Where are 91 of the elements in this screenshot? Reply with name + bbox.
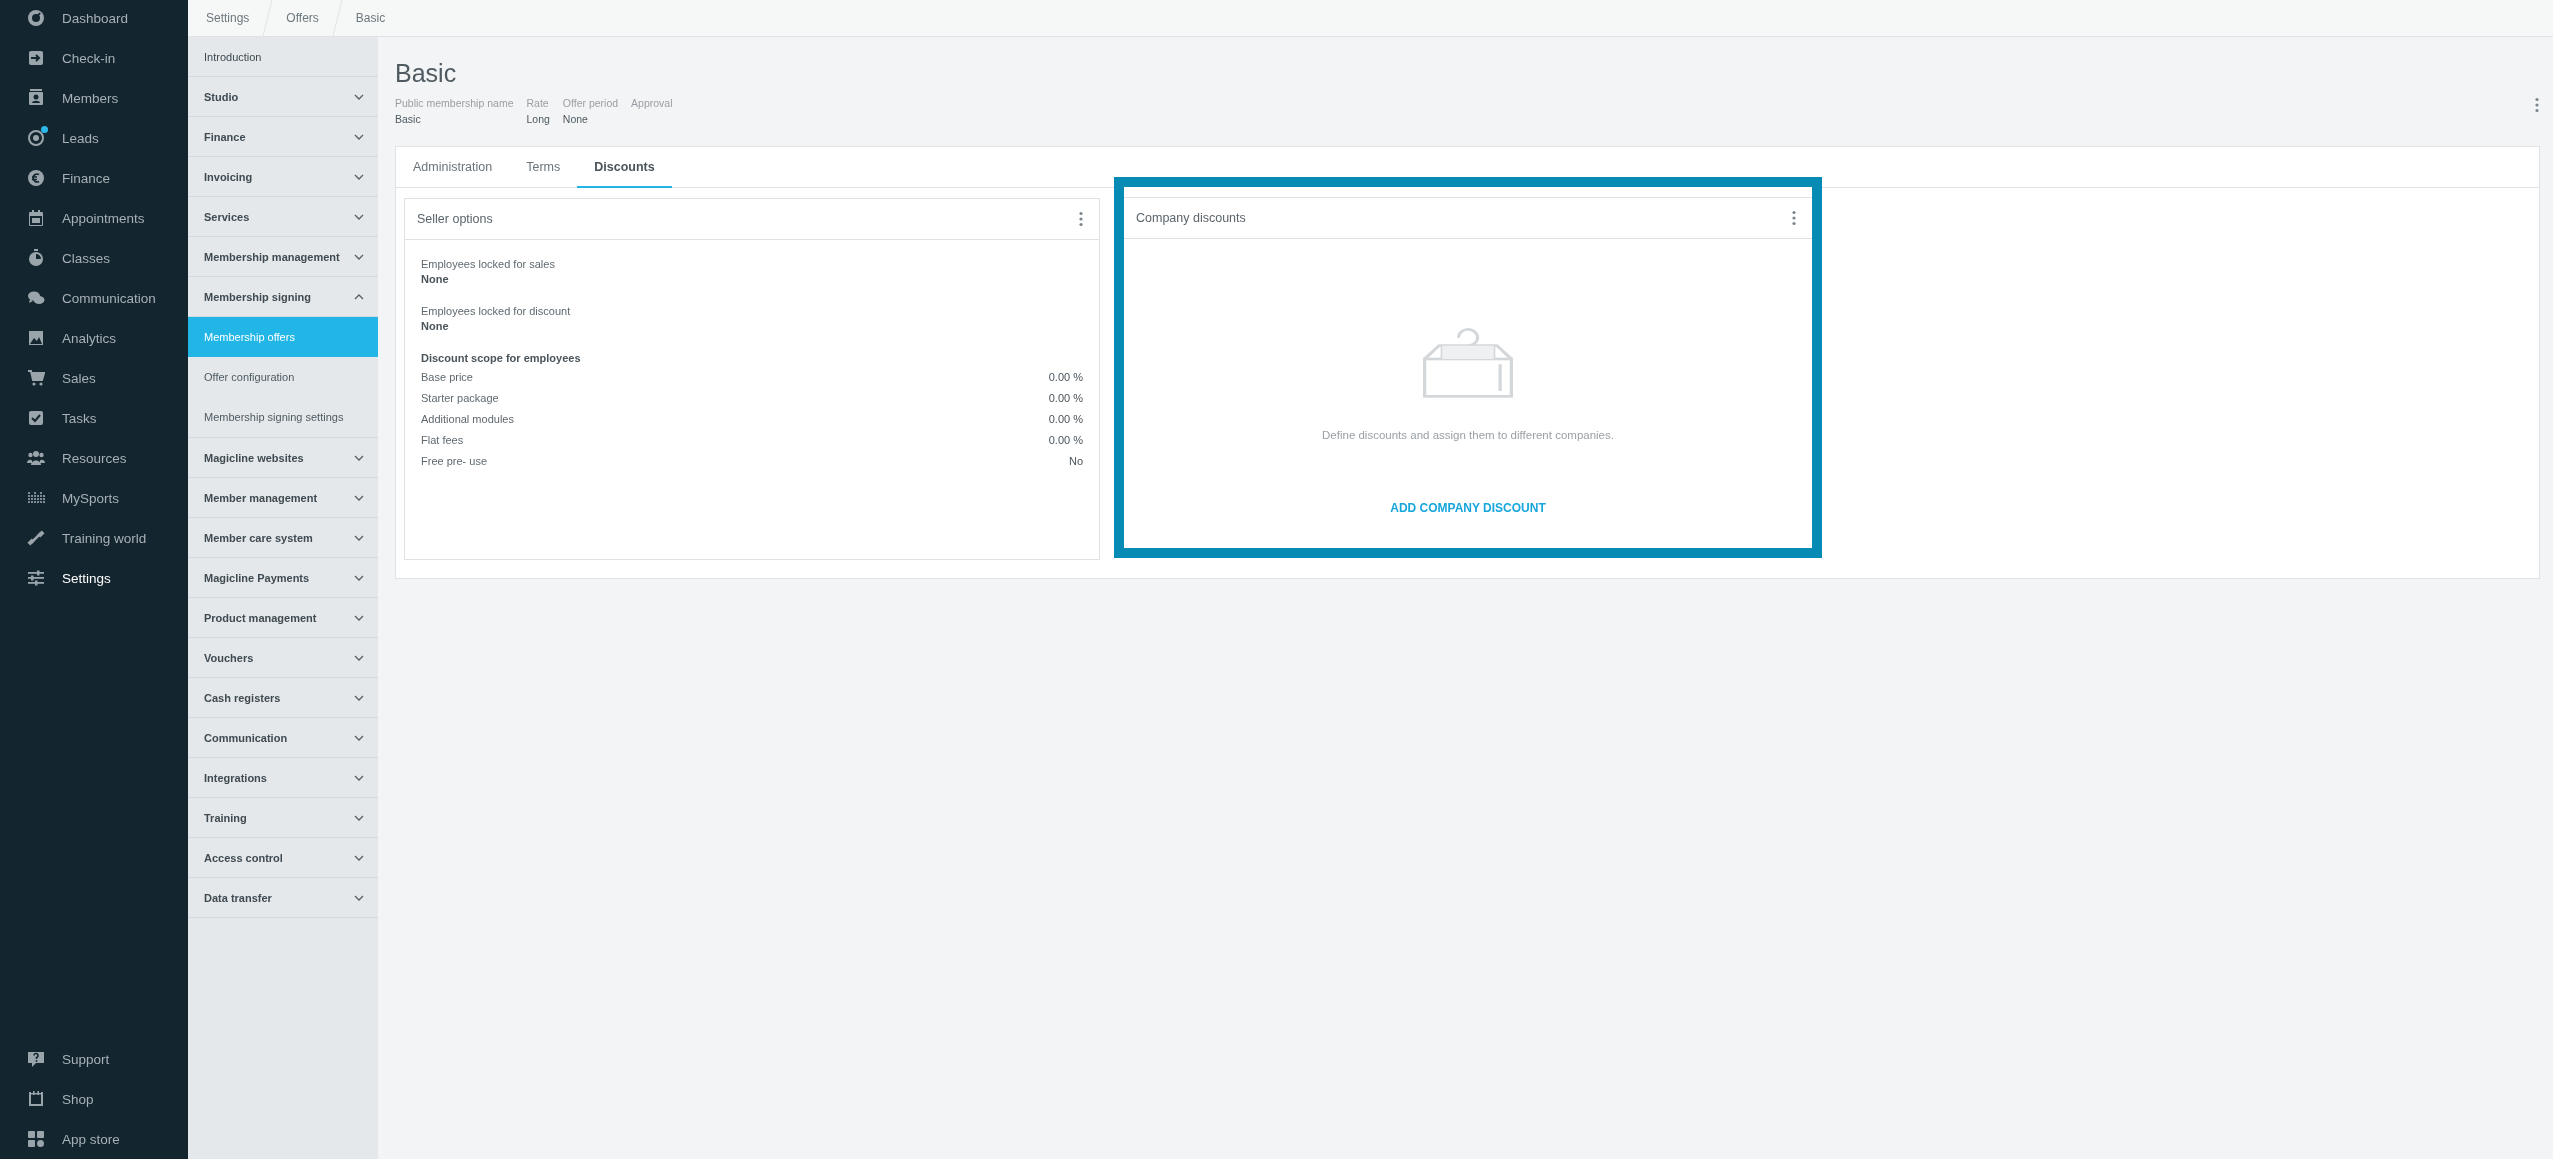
shop-icon (27, 1090, 45, 1108)
menu-group[interactable]: Member management (188, 478, 378, 518)
nav-item[interactable]: Classes (0, 238, 188, 278)
scope-label: Flat fees (421, 434, 464, 446)
euro-icon (27, 169, 45, 187)
scope-value: 0.00 % (1048, 413, 1083, 425)
more-options-icon[interactable] (1792, 210, 1796, 226)
nav-item[interactable]: Training world (0, 518, 188, 558)
nav-item[interactable]: MySports (0, 478, 188, 518)
cart-icon (27, 369, 45, 387)
nav-item[interactable]: Finance (0, 158, 188, 198)
tab[interactable]: Discounts (577, 147, 672, 188)
menu-item[interactable]: Offer configuration (188, 357, 378, 397)
people-icon (27, 449, 45, 467)
scope-value: 0.00 % (1048, 371, 1083, 383)
card-title: Seller options (417, 212, 493, 226)
menu-group[interactable]: Product management (188, 598, 378, 638)
target-icon (27, 129, 45, 147)
nav-item[interactable]: Shop (0, 1079, 188, 1119)
contact-card-icon (27, 89, 45, 107)
nav-item[interactable]: Leads (0, 118, 188, 158)
page-title: Basic (395, 59, 458, 88)
nav-item[interactable]: Members (0, 78, 188, 118)
scope-label: Starter package (421, 392, 499, 404)
nav-item[interactable]: Appointments (0, 198, 188, 238)
empty-state-text: Define discounts and assign them to different companies. (1322, 429, 1614, 441)
menu-group[interactable]: Membership management (188, 237, 378, 277)
scope-value: 0.00 % (1048, 392, 1083, 404)
sliders-icon (27, 569, 45, 587)
calendar-icon (27, 209, 45, 227)
menu-group[interactable]: Studio (188, 77, 378, 117)
scope-label: Additional modules (421, 413, 514, 425)
tab[interactable]: Terms (509, 147, 578, 188)
breadcrumb-link[interactable]: Basic (337, 0, 404, 36)
nav-item[interactable]: Sales (0, 358, 188, 398)
nav-item[interactable]: Dashboard (0, 0, 188, 38)
nav-item[interactable]: Settings (0, 558, 188, 598)
more-options-icon[interactable] (1079, 211, 1083, 227)
chat-icon (27, 289, 45, 307)
scope-value: No (1068, 455, 1083, 467)
field-value: Basic (395, 113, 422, 125)
empty-box-icon (1423, 327, 1513, 399)
menu-group[interactable]: Cash registers (188, 678, 378, 718)
nav-item[interactable]: Communication (0, 278, 188, 318)
menu-group[interactable]: Training (188, 798, 378, 838)
enter-icon (27, 49, 45, 67)
nav-item[interactable]: Tasks (0, 398, 188, 438)
field-value: None (562, 113, 589, 125)
scope-label: Free pre- use (421, 455, 488, 467)
breadcrumb-link[interactable]: Settings (188, 0, 268, 36)
option-value: None (421, 273, 450, 285)
gauge-icon (27, 9, 45, 27)
menu-group[interactable]: Integrations (188, 758, 378, 798)
section-title: Discount scope for employees (421, 352, 582, 364)
menu-group[interactable]: Finance (188, 117, 378, 157)
scope-label: Base price (421, 371, 473, 383)
more-options-icon[interactable] (2535, 97, 2539, 113)
menu-item[interactable]: Membership signing settings (188, 397, 378, 437)
option-value: None (421, 320, 450, 332)
nav-item[interactable]: Resources (0, 438, 188, 478)
tab[interactable]: Administration (396, 147, 510, 188)
menu-group[interactable]: Communication (188, 718, 378, 758)
menu-link[interactable]: Introduction (204, 50, 262, 63)
menu-group[interactable]: Data transfer (188, 878, 378, 918)
option-label: Employees locked for sales (421, 258, 556, 270)
dumbbell-icon (27, 529, 45, 547)
field-label: Public membership name (395, 97, 514, 109)
nav-item[interactable]: Check-in (0, 38, 188, 78)
menu-group[interactable]: Invoicing (188, 157, 378, 197)
option-label: Employees locked for discount (421, 305, 572, 317)
field-label: Approval (631, 97, 673, 109)
scope-value: 0.00 % (1048, 434, 1083, 446)
menu-group[interactable]: Magicline websites (188, 438, 378, 478)
nav-item[interactable]: Analytics (0, 318, 188, 358)
breadcrumb-link[interactable]: Offers (268, 0, 337, 36)
nav-item[interactable]: App store (0, 1119, 188, 1159)
menu-group[interactable]: Access control (188, 838, 378, 878)
image-icon (27, 329, 45, 347)
stopwatch-icon (27, 249, 45, 267)
app-grid-icon (27, 1130, 45, 1148)
field-label: Offer period (562, 97, 619, 109)
menu-group[interactable]: Member care system (188, 518, 378, 558)
menu-group[interactable]: Magicline Payments (188, 558, 378, 598)
field-value: Long (526, 113, 550, 125)
field-label: Rate (526, 97, 550, 109)
checkbox-icon (27, 409, 45, 427)
help-bubble-icon (27, 1050, 45, 1068)
nav-item[interactable]: Support (0, 1039, 188, 1079)
menu-group[interactable]: Services (188, 197, 378, 237)
card-title: Company discounts (1136, 211, 1246, 225)
menu-group[interactable]: Vouchers (188, 638, 378, 678)
